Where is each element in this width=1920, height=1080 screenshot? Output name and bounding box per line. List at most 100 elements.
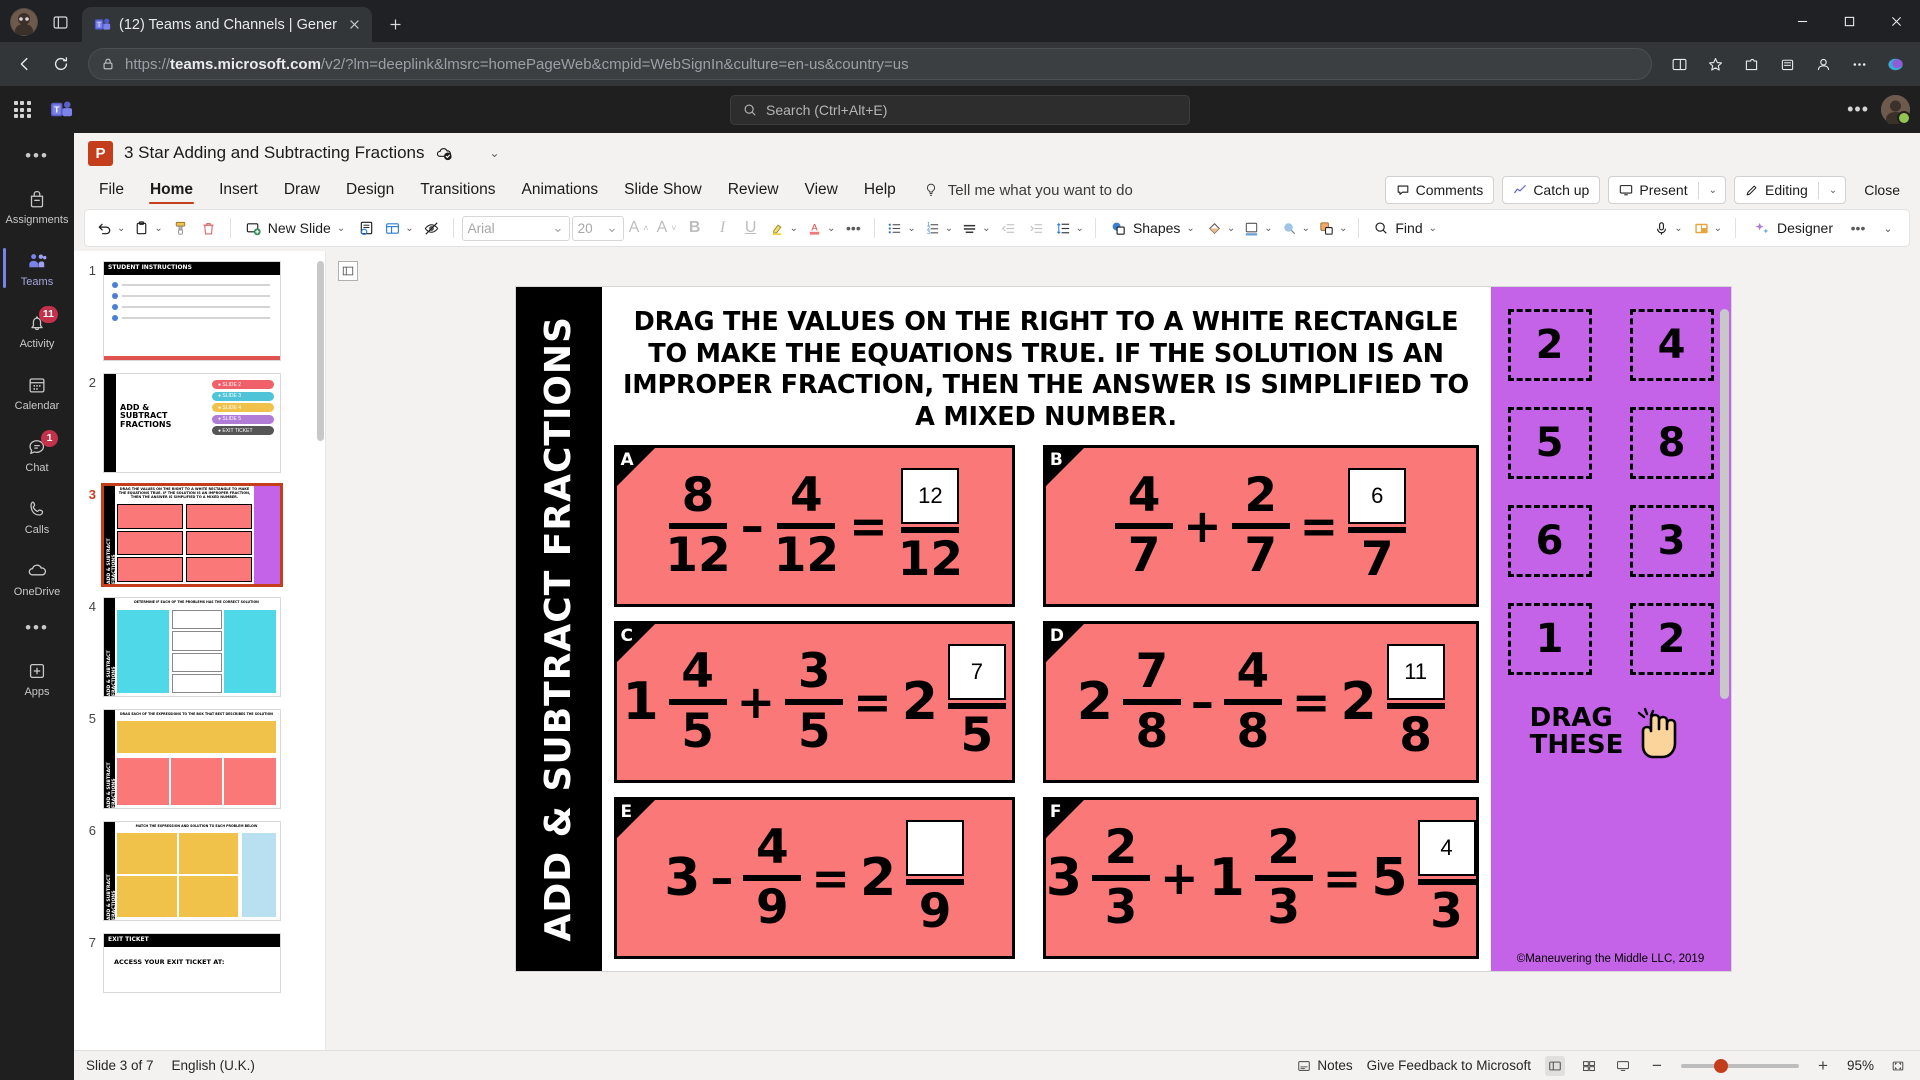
italic-button[interactable]: I	[710, 214, 736, 242]
increase-font-size-button[interactable]: A ˄	[626, 214, 652, 242]
tab-view[interactable]: View	[792, 175, 851, 205]
fit-to-window-icon[interactable]	[1888, 1056, 1908, 1076]
browser-profile-icon[interactable]	[1806, 47, 1840, 81]
collections-icon[interactable]	[1770, 47, 1804, 81]
thumbnail-scrollbar[interactable]	[317, 261, 324, 441]
hide-slide-button[interactable]	[419, 214, 445, 242]
feedback-label[interactable]: Give Feedback to Microsoft	[1367, 1058, 1531, 1073]
slide-thumbnail-7[interactable]: EXIT TICKET ACCESS YOUR EXIT TICKET AT:	[103, 933, 281, 993]
list-item[interactable]: 4 ADD & SUBTRACT FRACTIONS DETERMINE IF …	[74, 597, 325, 709]
increase-indent-button[interactable]	[1024, 214, 1050, 242]
align-button[interactable]: ⌄	[958, 214, 993, 242]
sidebar-item-activity[interactable]: 11 Activity	[0, 299, 74, 361]
list-item[interactable]: 2 ADD & SUBTRACT FRACTIONS ● SLIDE 2 ● SLI…	[74, 373, 325, 485]
tab-slide-show[interactable]: Slide Show	[611, 175, 715, 205]
ribbon-overflow-button[interactable]: •••	[1845, 214, 1871, 242]
zoom-level-label[interactable]: 95%	[1847, 1058, 1874, 1073]
zoom-out-button[interactable]: −	[1647, 1056, 1667, 1076]
drag-tile[interactable]: 6	[1507, 505, 1592, 577]
new-slide-button[interactable]: New Slide ⌄	[239, 214, 351, 242]
back-icon[interactable]	[8, 47, 42, 81]
problem-b[interactable]: B 47 + 27 = 67	[1042, 445, 1479, 608]
maximize-button[interactable]	[1826, 0, 1873, 42]
normal-view-icon[interactable]	[1544, 1055, 1565, 1076]
document-filename[interactable]: 3 Star Adding and Subtracting Fractions	[124, 143, 425, 163]
drag-tile[interactable]: 4	[1629, 309, 1714, 381]
collapse-ribbon-icon[interactable]: ⌄	[1875, 214, 1901, 242]
sidebar-item-calls[interactable]: Calls	[0, 485, 74, 547]
list-item[interactable]: 6 ADD & SUBTRACT FRACTIONS MATCH THE EXP…	[74, 821, 325, 933]
problem-e[interactable]: E 3 – 49 = 2 9	[613, 797, 1015, 959]
find-button[interactable]: Find ⌄	[1367, 214, 1443, 242]
slide-count-label[interactable]: Slide 3 of 7	[86, 1058, 154, 1073]
sidebar-item-calendar[interactable]: Calendar	[0, 361, 74, 423]
drag-tile[interactable]: 1	[1507, 603, 1592, 675]
sidebar-item-assignments[interactable]: Assignments	[0, 175, 74, 237]
font-color-button[interactable]: A ⌄	[803, 214, 838, 242]
slide-thumbnail-panel[interactable]: 1 STUDENT INSTRUCTIONS 2 ADD & SUBTRACT …	[74, 251, 326, 1050]
designer-button[interactable]: Designer	[1746, 214, 1841, 242]
autosave-cloud-icon[interactable]	[436, 145, 453, 162]
answer-drop-box[interactable]: 7	[947, 644, 1006, 701]
minimize-button[interactable]	[1779, 0, 1826, 42]
copilot-icon[interactable]	[1878, 47, 1912, 81]
notes-button[interactable]: Notes	[1297, 1058, 1353, 1073]
sidebar-item-teams[interactable]: Teams	[0, 237, 74, 299]
slide-instruction-text[interactable]: DRAG THE VALUES ON THE RIGHT TO A WHITE …	[610, 297, 1483, 445]
slide-thumbnail-6[interactable]: ADD & SUBTRACT FRACTIONS MATCH THE EXPRE…	[103, 821, 281, 921]
slide-thumbnail-3[interactable]: ADD & SUBTRACT FRACTIONS DRAG THE VALUES…	[101, 483, 283, 587]
bold-button[interactable]: B	[682, 214, 708, 242]
sidebar-item-onedrive[interactable]: OneDrive	[0, 547, 74, 609]
sidebar-item-chat[interactable]: 1 Chat	[0, 423, 74, 485]
dictate-button[interactable]: ⌄	[1650, 214, 1685, 242]
arrange-button[interactable]: ⌄	[1315, 214, 1350, 242]
shape-effects-button[interactable]: ⌄	[1278, 214, 1313, 242]
list-item[interactable]: 1 STUDENT INSTRUCTIONS	[74, 261, 325, 373]
highlight-color-button[interactable]: ⌄	[766, 214, 801, 242]
favorite-star-icon[interactable]	[1698, 47, 1732, 81]
decrease-indent-button[interactable]	[996, 214, 1022, 242]
browser-profile-avatar[interactable]	[10, 8, 38, 36]
tab-animations[interactable]: Animations	[508, 175, 611, 205]
avatar[interactable]	[1881, 95, 1911, 125]
problem-f[interactable]: F 3 23 + 1 23 = 5 43	[1042, 797, 1479, 959]
line-spacing-button[interactable]: ⌄	[1052, 214, 1087, 242]
close-window-button[interactable]	[1873, 0, 1920, 42]
drag-tile[interactable]: 2	[1629, 603, 1714, 675]
shape-fill-button[interactable]: ⌄	[1203, 214, 1238, 242]
drag-tile[interactable]: 5	[1507, 407, 1592, 479]
answer-drop-box[interactable]: 6	[1348, 468, 1407, 525]
editing-mode-button[interactable]: Editing ⌄	[1734, 176, 1847, 204]
zoom-slider-knob[interactable]	[1713, 1058, 1728, 1073]
answer-drop-box[interactable]: 12	[901, 468, 960, 525]
font-size-select[interactable]: 20 ⌄	[571, 215, 624, 241]
extensions-icon[interactable]	[1734, 47, 1768, 81]
tab-insert[interactable]: Insert	[206, 175, 271, 205]
chevron-down-icon[interactable]: ⌄	[1705, 185, 1721, 196]
reload-icon[interactable]	[44, 47, 78, 81]
notes-toggle-icon[interactable]	[338, 261, 358, 281]
close-icon[interactable]	[345, 15, 364, 34]
slide-editor[interactable]: ADD & SUBTRACT FRACTIONS DRAG THE VALUES…	[515, 287, 1731, 971]
slide-thumbnail-1[interactable]: STUDENT INSTRUCTIONS	[103, 261, 281, 361]
problem-c[interactable]: C 1 45 + 35 = 2 75	[613, 621, 1015, 784]
list-item[interactable]: 7 EXIT TICKET ACCESS YOUR EXIT TICKET AT…	[74, 933, 325, 1005]
reading-view-icon[interactable]	[1613, 1056, 1633, 1076]
underline-button[interactable]: U	[738, 214, 764, 242]
delete-button[interactable]	[196, 214, 222, 242]
answer-drop-box[interactable]: 4	[1417, 820, 1476, 877]
problem-d[interactable]: D 2 78 – 48 = 2 11 8	[1042, 621, 1479, 784]
browser-settings-icon[interactable]	[1842, 47, 1876, 81]
list-item[interactable]: 3 ADD & SUBTRACT FRACTIONS DRAG THE VALU…	[74, 483, 325, 597]
list-item[interactable]: 5 ADD & SUBTRACT FRACTIONS DRAG EACH OF …	[74, 709, 325, 821]
bulleted-list-button[interactable]: ⌄	[883, 214, 918, 242]
teams-more-icon[interactable]: •••	[1847, 99, 1869, 120]
answer-drop-box[interactable]	[906, 820, 965, 877]
slide-sorter-icon[interactable]	[1579, 1056, 1599, 1076]
problem-a[interactable]: A 8 12 – 4 12 = 12 12	[613, 445, 1015, 608]
tab-home[interactable]: Home	[137, 175, 206, 205]
drag-tile[interactable]: 8	[1629, 407, 1714, 479]
tab-transitions[interactable]: Transitions	[407, 175, 508, 205]
drag-tile[interactable]: 2	[1507, 309, 1592, 381]
language-label[interactable]: English (U.K.)	[172, 1058, 255, 1073]
